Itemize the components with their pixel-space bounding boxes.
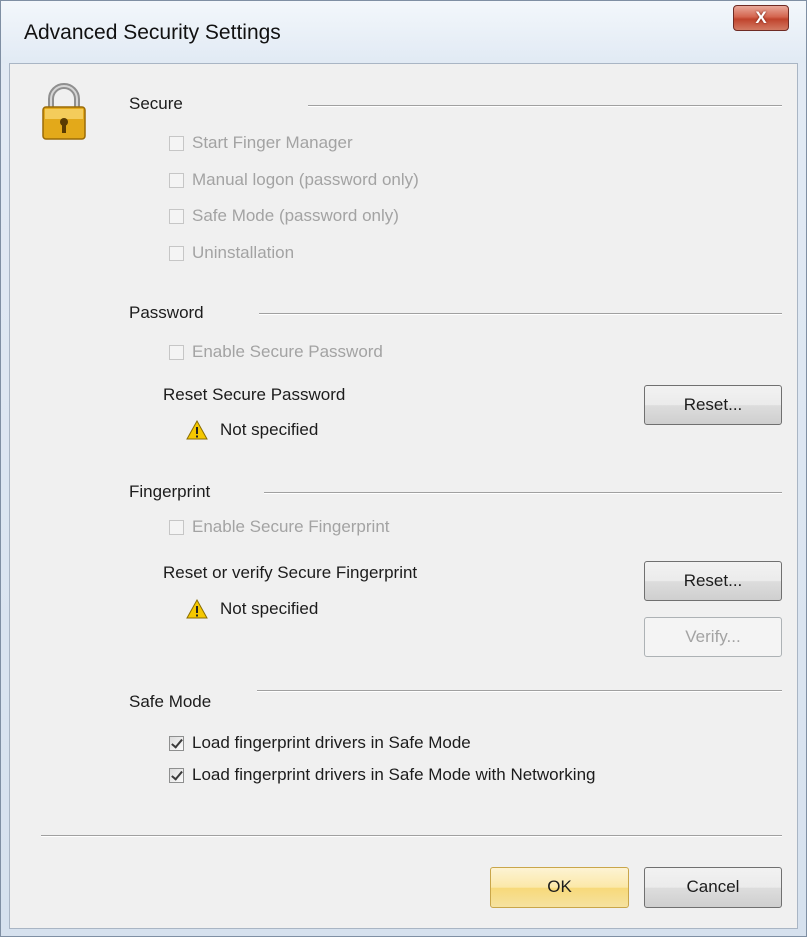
- safe-mode-drivers-option[interactable]: Load fingerprint drivers in Safe Mode: [169, 732, 471, 754]
- password-section-title: Password: [129, 303, 204, 322]
- enable-secure-fingerprint-option[interactable]: Enable Secure Fingerprint: [169, 516, 390, 538]
- warning-icon: [186, 599, 208, 619]
- reset-secure-password-label: Reset Secure Password: [163, 385, 346, 404]
- safe-mode-password-option[interactable]: Safe Mode (password only): [169, 205, 399, 227]
- warning-icon: [186, 420, 208, 440]
- safe-mode-divider: [257, 690, 782, 692]
- ok-button[interactable]: OK: [490, 867, 629, 908]
- start-finger-manager-option[interactable]: Start Finger Manager: [169, 132, 353, 154]
- padlock-icon: [42, 83, 86, 140]
- safe-mode-section-title: Safe Mode: [129, 692, 212, 711]
- manual-logon-label: Manual logon (password only): [192, 170, 419, 189]
- manual-logon-checkbox[interactable]: [169, 172, 184, 188]
- enable-secure-password-label: Enable Secure Password: [192, 342, 383, 361]
- start-finger-manager-checkbox[interactable]: [169, 135, 184, 151]
- uninstallation-checkbox[interactable]: [169, 245, 184, 261]
- safe-mode-drivers-checkbox[interactable]: [169, 735, 184, 751]
- secure-divider: [308, 105, 782, 107]
- safe-mode-password-label: Safe Mode (password only): [192, 206, 399, 225]
- safe-mode-password-checkbox[interactable]: [169, 208, 184, 224]
- password-status-text: Not specified: [220, 420, 319, 439]
- safe-mode-networking-drivers-checkbox[interactable]: [169, 767, 184, 783]
- safe-mode-drivers-label: Load fingerprint drivers in Safe Mode: [192, 733, 471, 752]
- close-icon: X: [755, 8, 767, 27]
- verify-fingerprint-button[interactable]: Verify...: [644, 617, 782, 657]
- dialog-content: Secure Start Finger Manager Manual logon…: [9, 63, 798, 929]
- secure-section-title: Secure: [129, 94, 183, 113]
- title-bar[interactable]: Advanced Security Settings X: [1, 1, 806, 63]
- manual-logon-option[interactable]: Manual logon (password only): [169, 169, 419, 191]
- enable-secure-password-checkbox[interactable]: [169, 344, 184, 360]
- reset-fingerprint-button[interactable]: Reset...: [644, 561, 782, 601]
- enable-secure-fingerprint-checkbox[interactable]: [169, 519, 184, 535]
- dialog-window: Advanced Security Settings X Secure Star…: [0, 0, 807, 937]
- fingerprint-section-title: Fingerprint: [129, 482, 211, 501]
- enable-secure-fingerprint-label: Enable Secure Fingerprint: [192, 517, 390, 536]
- fingerprint-divider: [264, 492, 782, 494]
- password-status: Not specified: [186, 420, 318, 440]
- fingerprint-status: Not specified: [186, 599, 318, 619]
- start-finger-manager-label: Start Finger Manager: [192, 133, 353, 152]
- footer-divider: [41, 835, 782, 837]
- reset-password-button[interactable]: Reset...: [644, 385, 782, 425]
- window-title: Advanced Security Settings: [24, 21, 281, 44]
- reset-verify-fingerprint-label: Reset or verify Secure Fingerprint: [163, 563, 418, 582]
- enable-secure-password-option[interactable]: Enable Secure Password: [169, 341, 383, 363]
- close-button[interactable]: X: [733, 5, 789, 31]
- fingerprint-status-text: Not specified: [220, 599, 319, 618]
- safe-mode-networking-drivers-label: Load fingerprint drivers in Safe Mode wi…: [192, 765, 596, 784]
- uninstallation-option[interactable]: Uninstallation: [169, 242, 294, 264]
- cancel-button[interactable]: Cancel: [644, 867, 782, 908]
- uninstallation-label: Uninstallation: [192, 243, 295, 262]
- safe-mode-networking-drivers-option[interactable]: Load fingerprint drivers in Safe Mode wi…: [169, 764, 595, 786]
- password-divider: [259, 313, 782, 315]
